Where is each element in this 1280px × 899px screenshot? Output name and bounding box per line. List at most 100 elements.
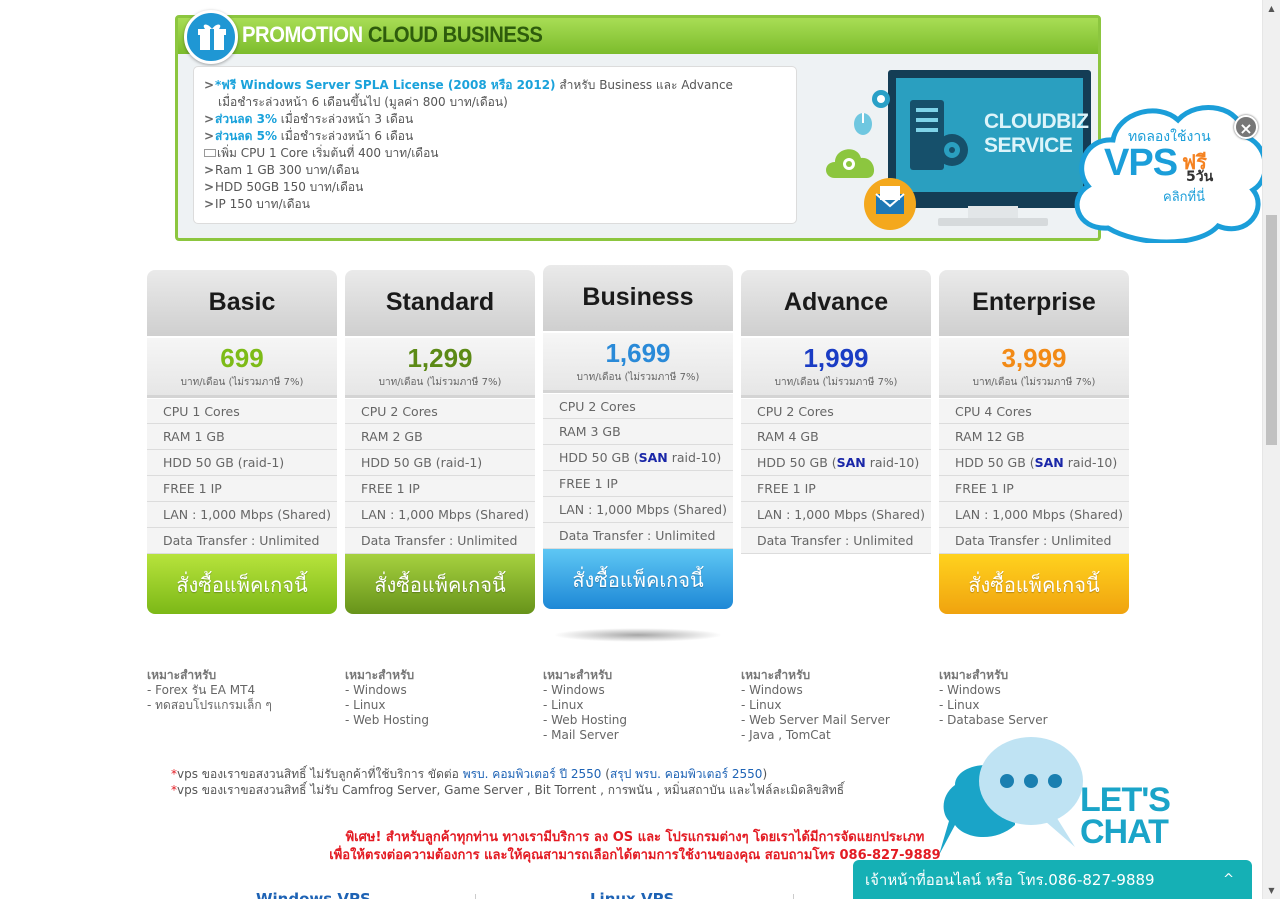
promo-banner: PROMOTION CLOUD BUSINESS >*ฟรี Windows S… — [175, 10, 1101, 241]
order-button-business[interactable]: สั่งซื้อแพ็คเกจนี้ — [543, 549, 733, 609]
promo-details: >*ฟรี Windows Server SPLA License (2008 … — [193, 66, 797, 224]
plan-price-unit: บาท/เดือน (ไม่รวมภาษี 7%) — [972, 377, 1096, 388]
promo-line: เมื่อชำระล่วงหน้า 6 เดือนขึ้นไป (มูลค่า … — [204, 94, 796, 111]
plan-card-basic: Basic 699 บาท/เดือน (ไม่รวมภาษี 7%) CPU 1 C… — [147, 270, 337, 614]
suitable-for-title: เหมาะสำหรับ — [543, 668, 613, 682]
spec-row: Data Transfer : Unlimited — [147, 528, 337, 554]
plan-name: Standard — [345, 270, 535, 336]
spec-row: HDD 50 GB (SAN raid-10) — [543, 445, 733, 471]
lets-chat-line1[interactable]: LET'S — [1080, 783, 1171, 817]
promo-text: HDD 50GB 150 บาท/เดือน — [215, 180, 364, 194]
order-button-standard[interactable]: สั่งซื้อแพ็คเกจนี้ — [345, 554, 535, 614]
computer-act-summary-link[interactable]: สรุป พรบ. คอมพิวเตอร์ 2550 — [610, 767, 763, 781]
suitable-item: - Java , TomCat — [741, 728, 831, 742]
spec-row: CPU 2 Cores — [543, 393, 733, 419]
promo-highlight: ส่วนลด 5% — [215, 129, 277, 143]
order-button-basic[interactable]: สั่งซื้อแพ็คเกจนี้ — [147, 554, 337, 614]
suitable-for-title: เหมาะสำหรับ — [939, 668, 1009, 682]
spec-row: RAM 1 GB — [147, 424, 337, 450]
spec-row: LAN : 1,000 Mbps (Shared) — [345, 502, 535, 528]
spec-row: CPU 2 Cores — [741, 398, 931, 424]
plan-specs: CPU 2 Cores RAM 3 GB HDD 50 GB (SAN raid-1… — [543, 393, 733, 549]
plan-price-unit: บาท/เดือน (ไม่รวมภาษี 7%) — [180, 377, 304, 388]
plan-specs: CPU 2 Cores RAM 2 GB HDD 50 GB (raid-1) FRE… — [345, 398, 535, 554]
suitable-for-title: เหมาะสำหรับ — [147, 668, 217, 682]
suitable-for-list: เหมาะสำหรับ - Windows - Linux - Web Hosting… — [543, 668, 627, 743]
note1-paren-open: ( — [601, 767, 610, 781]
server-gear-icon — [910, 100, 968, 170]
chat-bubbles-icon[interactable] — [935, 735, 1095, 865]
vps-badge-days-text[interactable]: 5วัน — [1186, 166, 1213, 188]
promo-line: >*ฟรี Windows Server SPLA License (2008 … — [204, 77, 796, 94]
spec-row: RAM 12 GB — [939, 424, 1129, 450]
spec-row: HDD 50 GB (raid-1) — [147, 450, 337, 476]
close-icon[interactable]: × — [1234, 115, 1258, 139]
chat-bar-text[interactable]: เจ้าหน้าที่ออนไลน์ หรือ โทร.086-827-9889 — [865, 871, 1155, 889]
spec-row: FREE 1 IP — [345, 476, 535, 502]
promo-highlight: *ฟรี Windows Server SPLA License (2008 ห… — [215, 78, 556, 92]
cloudbiz-monitor: CLOUDBIZ SERVICE — [888, 70, 1091, 208]
promo-line: >Ram 1 GB 300 บาท/เดือน — [204, 162, 796, 179]
plan-name: Business — [543, 265, 733, 331]
lets-chat-line2[interactable]: CHAT — [1080, 815, 1170, 849]
plan-price-box: 1,299 บาท/เดือน (ไม่รวมภาษี 7%) — [345, 336, 535, 398]
plan-specs: CPU 2 Cores RAM 4 GB HDD 50 GB (SAN raid-1… — [741, 398, 931, 554]
spec-row: Data Transfer : Unlimited — [345, 528, 535, 554]
spec-row: LAN : 1,000 Mbps (Shared) — [939, 502, 1129, 528]
spec-row: Data Transfer : Unlimited — [543, 523, 733, 549]
special-offer-line1: พิเศษ! สำหรับลูกค้าทุกท่าน ทางเรามีบริกา… — [345, 830, 925, 845]
plan-price: 1,999 — [803, 343, 869, 373]
suitable-item: - Windows — [345, 683, 407, 697]
scroll-up-arrow[interactable]: ▲ — [1263, 0, 1280, 17]
spec-row: FREE 1 IP — [939, 476, 1129, 502]
spec-row: FREE 1 IP — [543, 471, 733, 497]
suitable-item: - Windows — [543, 683, 605, 697]
scroll-thumb[interactable] — [1266, 215, 1277, 445]
chat-bar[interactable]: เจ้าหน้าที่ออนไลน์ หรือ โทร.086-827-9889… — [853, 860, 1252, 899]
spec-row: HDD 50 GB (SAN raid-10) — [741, 450, 931, 476]
san-label: SAN — [1034, 455, 1064, 470]
plan-price-box: 1,999 บาท/เดือน (ไม่รวมภาษี 7%) — [741, 336, 931, 398]
plan-price: 1,299 — [407, 343, 473, 373]
vps-badge-vps-text[interactable]: VPS — [1104, 142, 1178, 185]
plan-name: Enterprise — [939, 270, 1129, 336]
tab-linux-vps[interactable]: Linux VPS — [590, 890, 674, 899]
suitable-item: - Windows — [939, 683, 1001, 697]
suitable-item: - Web Hosting — [543, 713, 627, 727]
cpu-icon — [204, 149, 216, 157]
plan-price: 3,999 — [1001, 343, 1067, 373]
suitable-item: - Mail Server — [543, 728, 619, 742]
note-restrictions: *vps ของเราขอสงวนสิทธิ์ ไม่รับ Camfrog S… — [171, 783, 845, 797]
chevron-up-icon[interactable]: ^ — [1223, 860, 1234, 899]
chevron-right-icon: > — [204, 112, 215, 126]
tab-windows-vps[interactable]: Windows VPS — [256, 890, 371, 899]
chevron-right-icon: > — [204, 163, 215, 177]
plan-price-unit: บาท/เดือน (ไม่รวมภาษี 7%) — [774, 377, 898, 388]
suitable-item: - Web Server Mail Server — [741, 713, 890, 727]
note1-paren-close: ) — [762, 767, 768, 781]
order-button-enterprise[interactable]: สั่งซื้อแพ็คเกจนี้ — [939, 554, 1129, 614]
promo-text: IP 150 บาท/เดือน — [215, 197, 310, 211]
promo-line: >ส่วนลด 5% เมื่อชำระล่วงหน้า 6 เดือน — [204, 128, 796, 145]
suitable-item: - Windows — [741, 683, 803, 697]
plan-price-box: 1,699 บาท/เดือน (ไม่รวมภาษี 7%) — [543, 331, 733, 393]
suitable-item: - Web Hosting — [345, 713, 429, 727]
featured-plan-shadow — [553, 628, 723, 642]
tab-divider — [793, 894, 794, 899]
plan-specs: CPU 1 Cores RAM 1 GB HDD 50 GB (raid-1) FRE… — [147, 398, 337, 554]
computer-act-link[interactable]: พรบ. คอมพิวเตอร์ ปี 2550 — [463, 767, 602, 781]
chevron-right-icon: > — [204, 78, 215, 92]
scroll-down-arrow[interactable]: ▼ — [1263, 882, 1280, 899]
page-scrollbar[interactable]: ▲ ▼ — [1262, 0, 1280, 899]
suitable-for-title: เหมาะสำหรับ — [345, 668, 415, 682]
promo-line: >HDD 50GB 150 บาท/เดือน — [204, 179, 796, 196]
spec-row: Data Transfer : Unlimited — [939, 528, 1129, 554]
plan-name: Advance — [741, 270, 931, 336]
promo-title: PROMOTION CLOUD BUSINESS — [242, 22, 543, 48]
spec-row: HDD 50 GB (SAN raid-10) — [939, 450, 1129, 476]
lets-chat-text[interactable]: LET'S CHAT — [1080, 783, 1171, 849]
spec-row: LAN : 1,000 Mbps (Shared) — [543, 497, 733, 523]
promo-highlight: ส่วนลด 3% — [215, 112, 277, 126]
plan-name: Basic — [147, 270, 337, 336]
vps-badge-click-link[interactable]: คลิกที่นี่ — [1163, 186, 1205, 207]
